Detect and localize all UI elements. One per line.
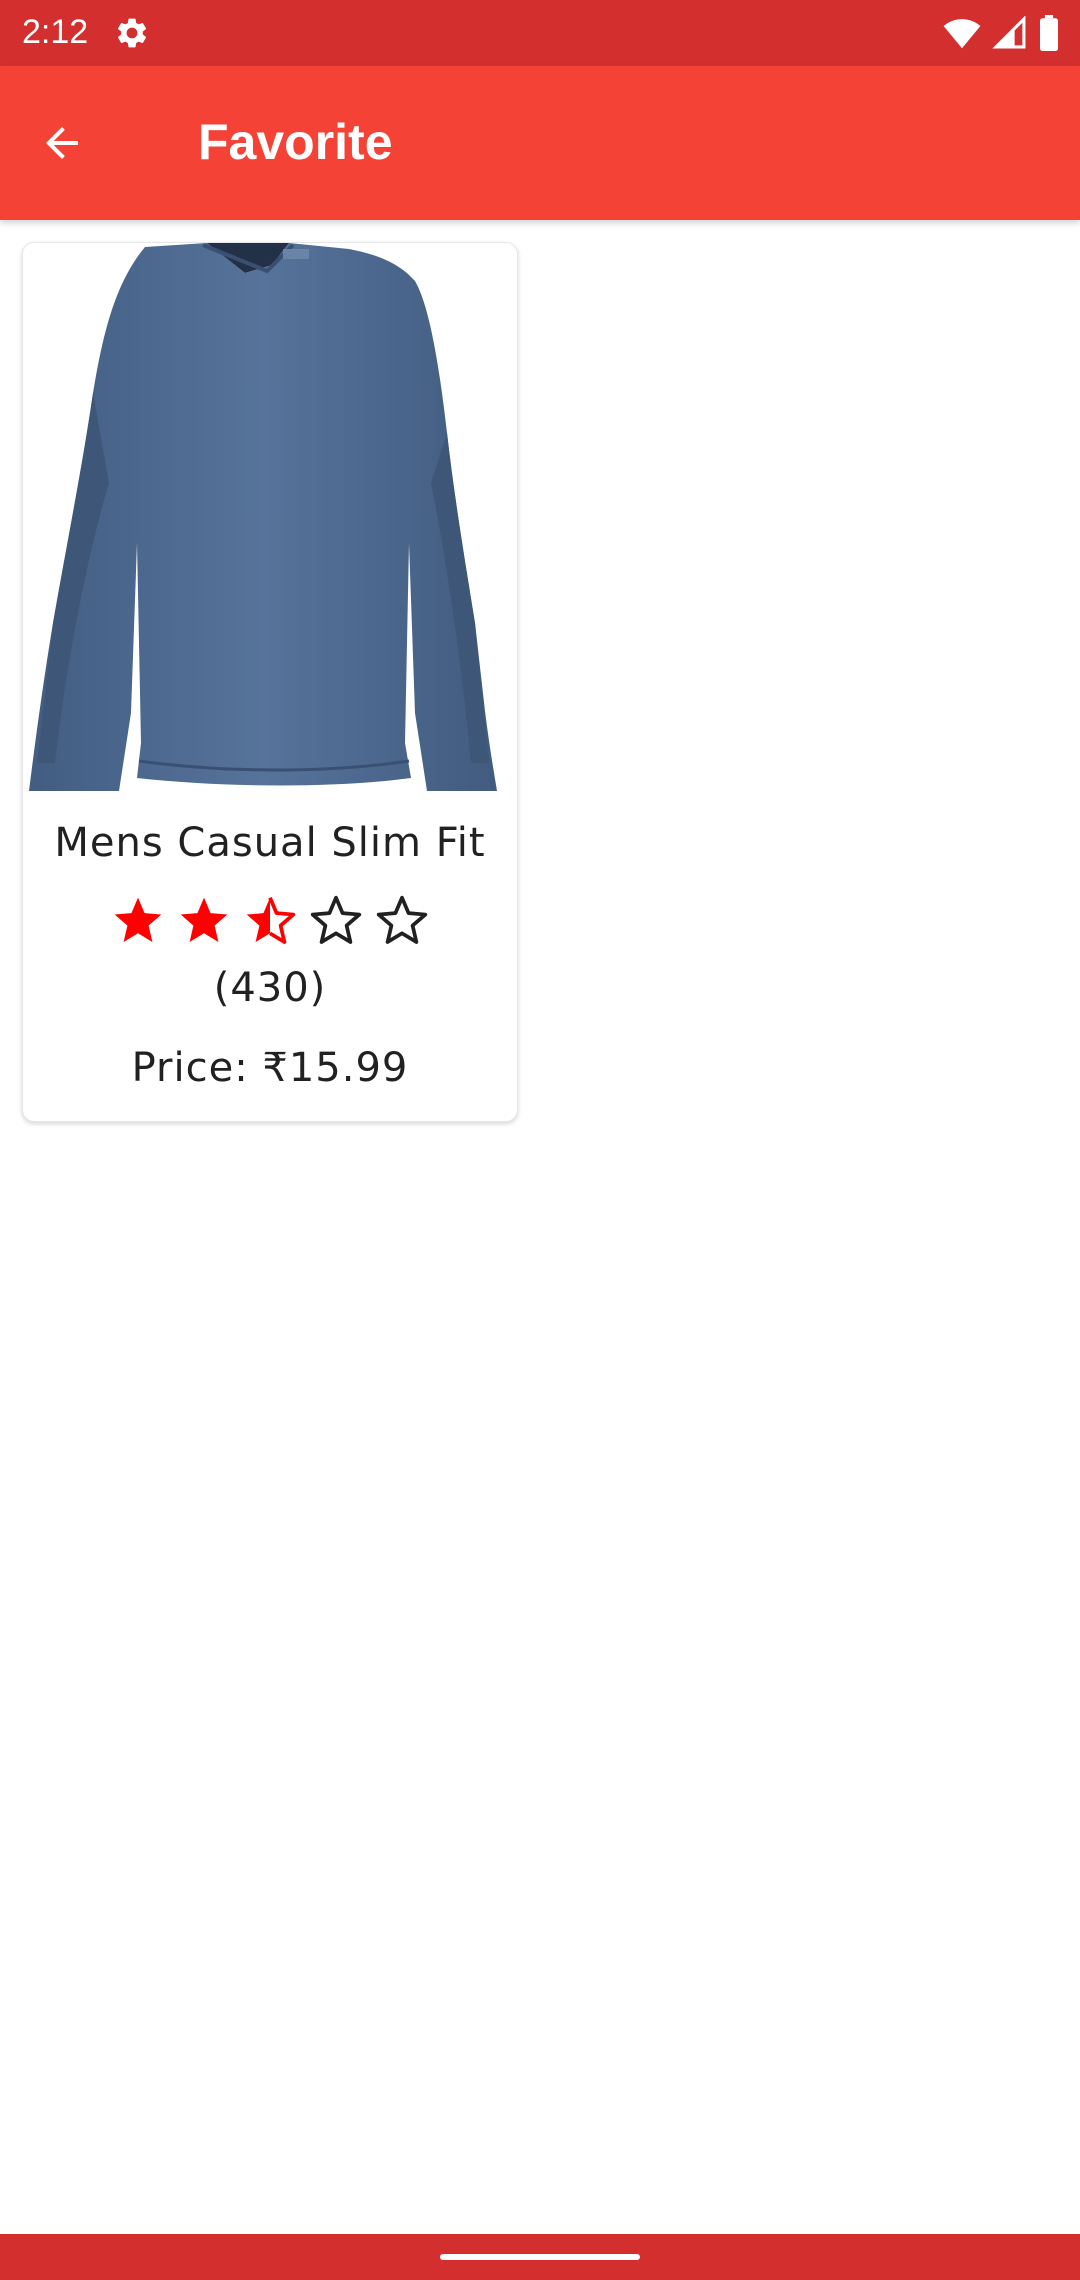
status-bar: 2:12 (0, 0, 1080, 66)
app-bar: Favorite (0, 66, 1080, 220)
wifi-icon (943, 19, 981, 49)
signal-icon (992, 16, 1026, 49)
page-title: Favorite (198, 114, 393, 170)
back-button[interactable] (30, 111, 94, 175)
arrow-back-icon (46, 127, 78, 159)
star-empty-icon (376, 895, 428, 944)
star-filled-icon (180, 897, 228, 942)
status-icons (942, 14, 1060, 52)
home-gesture-handle[interactable] (440, 2254, 640, 2260)
status-time: 2:12 (22, 13, 89, 51)
product-image (27, 243, 513, 793)
rating-count: (430) (213, 965, 327, 1011)
product-price: Price: ₹15.99 (131, 1045, 409, 1091)
gear-icon (117, 18, 147, 48)
star-filled-icon (114, 897, 162, 942)
star-empty-icon (310, 895, 362, 944)
star-half-icon (246, 896, 296, 944)
rating-stars (23, 893, 517, 953)
product-name: Mens Casual Slim Fit (54, 820, 486, 866)
battery-icon (1040, 15, 1058, 51)
favorite-product-card[interactable]: Mens Casual Slim Fit (430) Price: ₹15.99 (22, 242, 518, 1122)
navigation-bar (0, 2234, 1080, 2280)
